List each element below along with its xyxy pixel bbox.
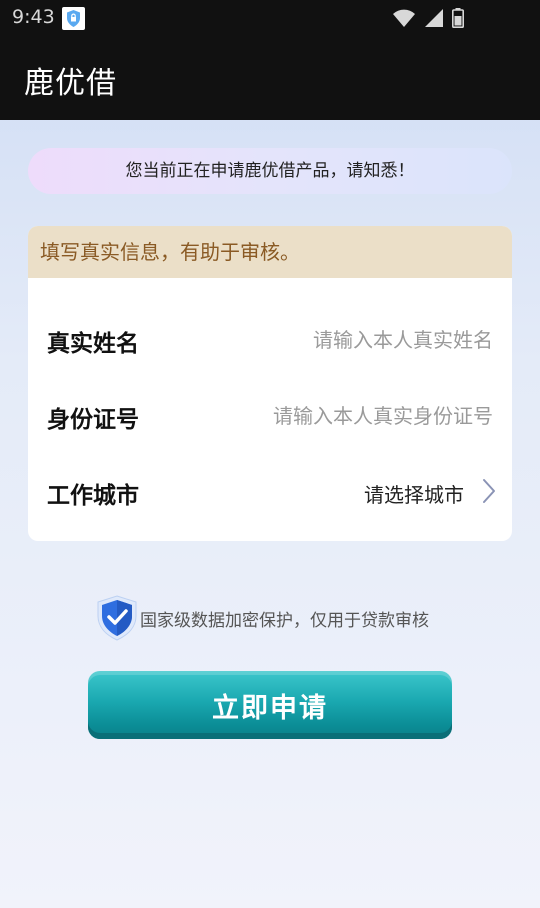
wifi-icon [393,9,415,27]
chevron-right-icon [483,479,495,503]
apply-button[interactable]: 立即申请 [88,671,452,739]
notice-banner: 您当前正在申请鹿优借产品，请知悉！ [28,148,512,194]
id-number-row[interactable]: 身份证号 [28,378,512,454]
info-form-card: 填写真实信息，有助于审核。 真实姓名 身份证号 工作城市 请选择城市 [28,226,512,541]
status-time: 9:43 [12,6,55,28]
city-label: 工作城市 [47,483,139,509]
city-select-row[interactable]: 工作城市 请选择城市 [28,454,512,530]
id-number-input[interactable] [193,396,493,436]
security-text: 国家级数据加密保护，仅用于贷款审核 [140,611,429,631]
signal-icon [425,9,443,27]
status-bar: 9:43 [0,0,540,36]
app-lock-icon [62,7,85,30]
app-bar: 鹿优借 [0,36,540,120]
name-row[interactable]: 真实姓名 [28,302,512,378]
id-number-label: 身份证号 [47,407,139,433]
battery-icon [452,8,464,28]
page-title: 鹿优借 [24,66,117,101]
security-note: 国家级数据加密保护，仅用于贷款审核 [94,594,454,642]
form-header: 填写真实信息，有助于审核。 [28,226,512,278]
shield-check-icon [97,595,137,641]
city-select-value[interactable]: 请选择城市 [364,479,464,508]
name-input[interactable] [193,320,493,360]
name-label: 真实姓名 [47,331,139,357]
